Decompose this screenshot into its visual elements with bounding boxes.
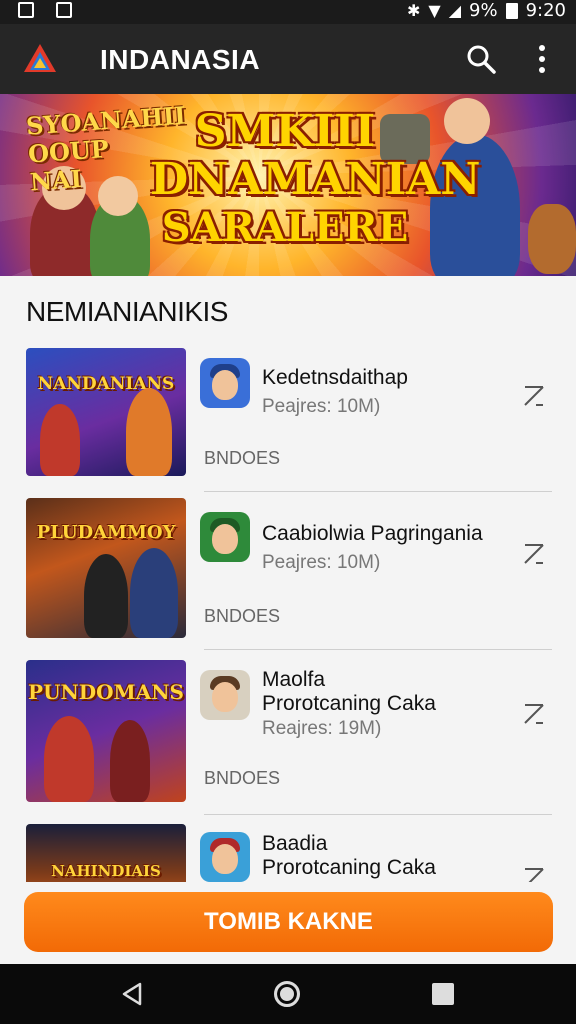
- game-thumbnail[interactable]: PUNDOMANS: [26, 660, 186, 802]
- primary-cta-button[interactable]: TOMIB KAKNE: [24, 892, 553, 952]
- thumb-title: PUNDOMANS: [28, 680, 184, 704]
- thumb-title: NANDANIANS: [37, 374, 175, 394]
- item-tag: BNDOES: [204, 448, 281, 468]
- list-item[interactable]: NAHINDIAIS Baadia Prorotcaning Caka: [0, 822, 576, 882]
- more-vert-icon[interactable]: [530, 42, 554, 76]
- game-thumbnail[interactable]: NANDANIANS: [26, 348, 186, 476]
- item-title-line: Prorotcaning Caka: [262, 856, 436, 879]
- app-logo[interactable]: [20, 40, 60, 80]
- thumb-title: PLUDAMMOY: [36, 522, 176, 543]
- thumb-figure: [84, 554, 128, 638]
- signal-icon: ◢: [448, 1, 462, 20]
- thumb-figure: [110, 720, 150, 802]
- thumb-title: NAHINDIAIS: [51, 862, 161, 880]
- item-title: Maolfa Prorotcaning Caka: [262, 668, 436, 716]
- item-tag: BNDOES: [204, 768, 281, 788]
- home-icon[interactable]: [274, 981, 300, 1007]
- game-thumbnail[interactable]: NAHINDIAIS: [26, 824, 186, 882]
- app-avatar: [200, 832, 250, 882]
- divider: [204, 491, 552, 492]
- system-nav-bar: [0, 964, 576, 1024]
- search-icon[interactable]: [464, 42, 498, 76]
- thumb-figure: [44, 716, 94, 802]
- share-icon[interactable]: [522, 542, 546, 566]
- recents-icon[interactable]: [432, 983, 454, 1005]
- thumb-figure: [40, 404, 80, 476]
- section-title: NEMIANIANIKIS: [26, 296, 228, 327]
- image-icon: [18, 2, 34, 18]
- cta-container: TOMIB KAKNE: [0, 882, 576, 964]
- bluetooth-icon: ✱: [406, 1, 421, 20]
- back-icon[interactable]: [120, 982, 144, 1006]
- gallery-icon: [56, 2, 72, 18]
- share-icon[interactable]: [522, 702, 546, 726]
- status-bar: ✱ ▼ ◢ 9% 9:20: [0, 0, 576, 24]
- app-bar: INDANASIA: [0, 24, 576, 94]
- promo-banner[interactable]: SYOANAHII OOUP NAI SMKIII DNAMANIAN SARA…: [0, 94, 576, 276]
- wifi-icon: ▼: [428, 1, 441, 20]
- battery-text: 9%: [469, 0, 498, 21]
- banner-title-line: DNAMANIAN: [150, 154, 481, 205]
- item-subtitle: Peajres: 10M): [262, 552, 381, 573]
- thumb-figure: [130, 548, 178, 638]
- divider: [204, 649, 552, 650]
- list-item[interactable]: NANDANIANS Kedetnsdaithap Peajres: 10M) …: [0, 340, 576, 492]
- item-title: Caabiolwia Pagringania: [262, 522, 483, 545]
- item-tag: BNDOES: [204, 606, 281, 626]
- item-title-line: Baadia: [262, 832, 328, 855]
- item-subtitle: Reajres: 19M): [262, 718, 382, 739]
- banner-title-line: SMKIII: [194, 106, 376, 157]
- thumb-figure: [126, 388, 172, 476]
- item-title: Kedetnsdaithap: [262, 366, 408, 389]
- bear-figure: [528, 204, 576, 274]
- app-avatar: [200, 670, 250, 720]
- app-avatar: [200, 358, 250, 408]
- banner-title-line: SARALERE: [161, 204, 409, 251]
- game-list[interactable]: NANDANIANS Kedetnsdaithap Peajres: 10M) …: [0, 340, 576, 882]
- share-icon[interactable]: [522, 866, 546, 882]
- divider: [204, 814, 552, 815]
- item-title-line: Maolfa: [262, 668, 326, 691]
- app-avatar: [200, 512, 250, 562]
- list-item[interactable]: PUNDOMANS Maolfa Prorotcaning Caka Reajr…: [0, 658, 576, 818]
- app-title: INDANASIA: [100, 44, 261, 75]
- status-time: 9:20: [525, 0, 566, 21]
- item-title: Baadia Prorotcaning Caka: [262, 832, 436, 880]
- list-item[interactable]: PLUDAMMOY Caabiolwia Pagringania Peajres…: [0, 498, 576, 658]
- banner-title: SMKIII DNAMANIAN SARALERE: [150, 106, 481, 252]
- banner-tagline: SYOANAHII OOUP NAI: [25, 100, 187, 197]
- item-title-line: Prorotcaning Caka: [262, 692, 436, 715]
- hero-face: [444, 98, 490, 144]
- battery-icon: [505, 2, 518, 19]
- item-subtitle: Peajres: 10M): [262, 396, 381, 417]
- share-icon[interactable]: [522, 384, 546, 408]
- game-thumbnail[interactable]: PLUDAMMOY: [26, 498, 186, 638]
